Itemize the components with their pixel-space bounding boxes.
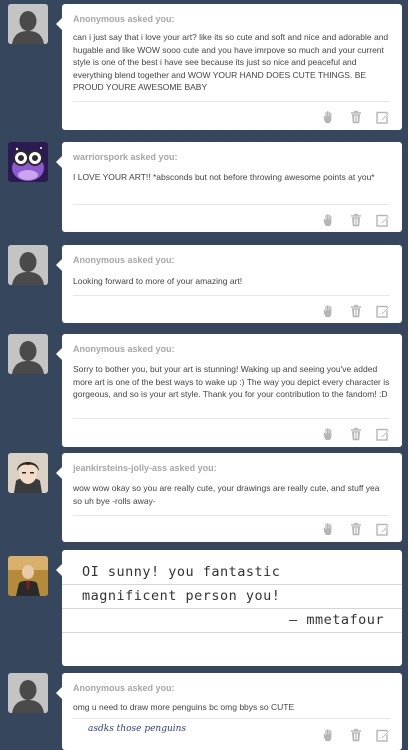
hand-icon[interactable]	[322, 427, 336, 441]
hand-icon[interactable]	[322, 110, 336, 124]
question-text: omg u need to draw more penguins bc omg …	[73, 702, 295, 712]
trash-icon[interactable]	[349, 427, 363, 441]
question-text: Sorry to bother you, but your art is stu…	[73, 364, 390, 399]
ask-card: Anonymous asked you: can i just say that…	[56, 4, 402, 130]
asker-name[interactable]: Anonymous asked you:	[73, 344, 175, 354]
anime-character-icon	[8, 453, 48, 493]
person-photo-icon	[8, 556, 48, 596]
edit-icon[interactable]	[376, 110, 390, 124]
ask-card: Anonymous asked you: Sorry to bother you…	[56, 334, 402, 447]
edit-icon[interactable]	[376, 427, 390, 441]
ask-actions	[322, 304, 390, 318]
anonymous-silhouette-icon	[8, 245, 48, 285]
warriorspork-avatar[interactable]	[8, 142, 48, 182]
divider	[73, 418, 390, 419]
ask-card: jeankirsteins-jolly-ass asked you: wow w…	[56, 453, 402, 542]
anonymous-silhouette-icon	[8, 673, 48, 713]
hand-icon[interactable]	[322, 728, 336, 742]
hand-icon[interactable]	[322, 213, 336, 227]
note-line-1: OI sunny! you fantastic	[82, 564, 281, 580]
anonymous-avatar[interactable]	[8, 245, 48, 285]
question-text: wow wow okay so you are really cute, you…	[73, 483, 380, 506]
note-line-2: magnificent person you!	[82, 588, 281, 604]
asker-name[interactable]: warriorspork asked you:	[73, 152, 178, 162]
ask-actions	[322, 522, 390, 536]
divider	[73, 515, 390, 516]
anonymous-silhouette-icon	[8, 4, 48, 44]
question-text: can i just say that i love your art? lik…	[73, 32, 389, 92]
trash-icon[interactable]	[349, 728, 363, 742]
hand-icon[interactable]	[322, 522, 336, 536]
trash-icon[interactable]	[349, 522, 363, 536]
edit-icon[interactable]	[376, 213, 390, 227]
ask-actions	[322, 728, 390, 742]
question-text: I LOVE YOUR ART!! *absconds but not befo…	[73, 172, 375, 182]
edit-icon[interactable]	[376, 522, 390, 536]
asker-name[interactable]: Anonymous asked you:	[73, 14, 175, 24]
ask-actions	[322, 427, 390, 441]
asker-name[interactable]: jeankirsteins-jolly-ass asked you:	[73, 463, 217, 473]
ask-actions	[322, 213, 390, 227]
note-ruling	[62, 584, 402, 585]
divider	[73, 204, 390, 205]
anonymous-avatar[interactable]	[8, 334, 48, 374]
ask-card: OI sunny! you fantastic magnificent pers…	[56, 550, 402, 666]
note-signature: — mmetafour	[289, 612, 384, 628]
note-ruling	[62, 632, 402, 633]
anonymous-silhouette-icon	[8, 334, 48, 374]
edit-icon[interactable]	[376, 728, 390, 742]
anonymous-avatar[interactable]	[8, 673, 48, 713]
photo-avatar[interactable]	[8, 556, 48, 596]
purple-cartoon-icon	[8, 142, 48, 182]
jeankirsteins-avatar[interactable]	[8, 453, 48, 493]
divider	[73, 101, 390, 102]
asker-name[interactable]: Anonymous asked you:	[73, 255, 175, 265]
ask-card: warriorspork asked you: I LOVE YOUR ART!…	[56, 142, 402, 232]
ask-card: Anonymous asked you: omg u need to draw …	[56, 673, 402, 750]
note-ruling	[62, 608, 402, 609]
trash-icon[interactable]	[349, 110, 363, 124]
question-text: Looking forward to more of your amazing …	[73, 276, 243, 286]
handwritten-note: asdks those penguins	[88, 724, 187, 734]
anonymous-avatar[interactable]	[8, 4, 48, 44]
note-image: OI sunny! you fantastic magnificent pers…	[62, 560, 402, 655]
asker-name[interactable]: Anonymous asked you:	[73, 683, 175, 693]
trash-icon[interactable]	[349, 213, 363, 227]
hand-icon[interactable]	[322, 304, 336, 318]
ask-card: Anonymous asked you: Looking forward to …	[56, 245, 402, 323]
trash-icon[interactable]	[349, 304, 363, 318]
ask-actions	[322, 110, 390, 124]
edit-icon[interactable]	[376, 304, 390, 318]
divider	[73, 718, 390, 719]
divider	[73, 295, 390, 296]
